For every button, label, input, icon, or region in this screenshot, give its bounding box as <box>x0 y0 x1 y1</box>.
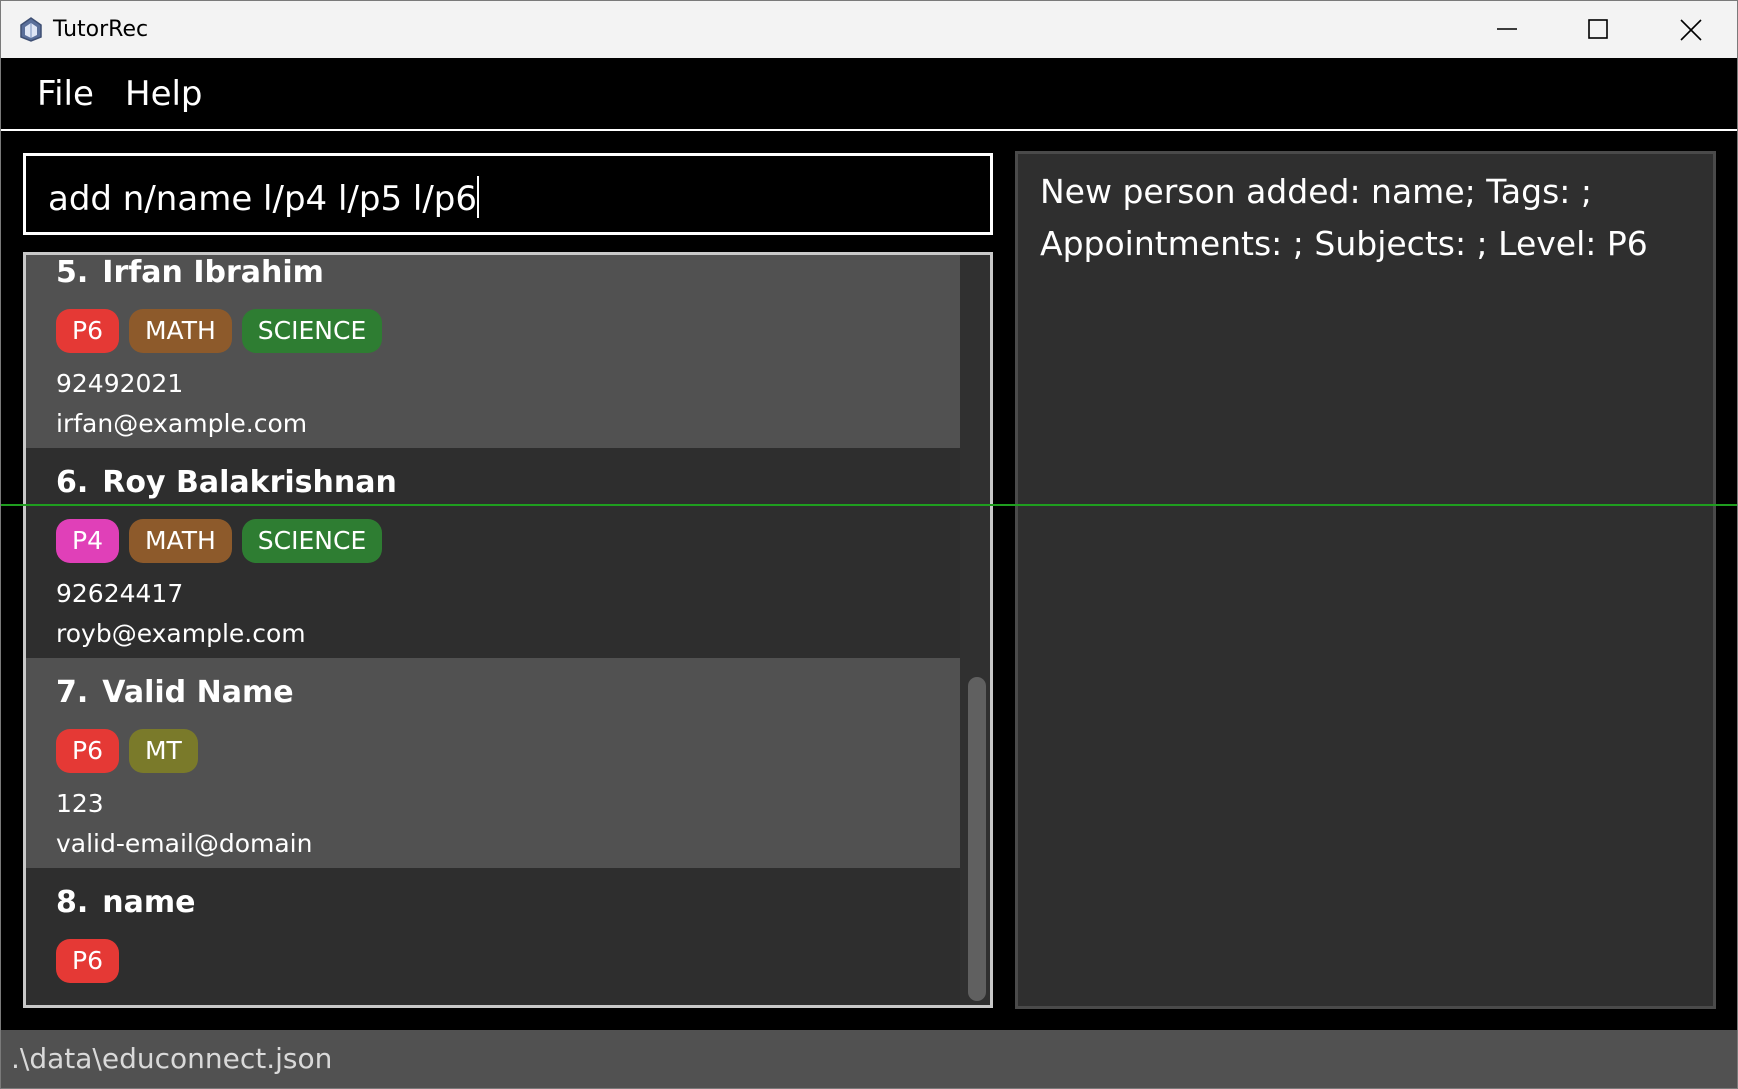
tag-list: P6 MT <box>56 729 208 773</box>
person-list-panel[interactable]: 5. Irfan Ibrahim P6 MATH SCIENCE 92492021 irfa… <box>23 252 993 1008</box>
close-icon <box>1680 19 1702 41</box>
person-email: irfan@example.com <box>56 409 308 438</box>
person-card[interactable]: 5. Irfan Ibrahim P6 MATH SCIENCE 92492021 irfa… <box>26 255 961 448</box>
person-index: 6. <box>56 465 89 500</box>
tag-badge: MATH <box>128 519 232 563</box>
maximize-icon <box>1588 19 1608 39</box>
tag-badge: P6 <box>56 309 119 353</box>
person-phone: 123 <box>56 789 104 818</box>
status-bar: .\data\educonnect.json <box>1 1030 1737 1088</box>
overlay-line <box>1 504 1737 506</box>
tag-badge: MATH <box>128 309 232 353</box>
person-index: 7. <box>56 675 89 710</box>
text-caret <box>477 176 480 218</box>
person-name-text: Irfan Ibrahim <box>102 255 324 290</box>
close-button[interactable] <box>1644 1 1736 58</box>
person-name-text: Valid Name <box>102 675 294 710</box>
tag-badge: MT <box>128 729 198 773</box>
person-index: 8. <box>56 885 89 920</box>
scrollbar-thumb[interactable] <box>968 677 986 1001</box>
person-phone: 92624417 <box>56 579 184 608</box>
tag-badge: P6 <box>56 729 119 773</box>
minimize-icon <box>1497 28 1517 30</box>
person-card[interactable]: 6. Roy Balakrishnan P4 MATH SCIENCE 92624417 r… <box>26 448 961 658</box>
tag-badge: P4 <box>56 519 119 563</box>
title-bar: TutorRec <box>1 1 1737 58</box>
person-index: 5. <box>56 255 89 290</box>
app-logo-icon <box>17 15 45 43</box>
person-list: 5. Irfan Ibrahim P6 MATH SCIENCE 92492021 irfa… <box>26 255 961 1005</box>
person-name: 6. Roy Balakrishnan <box>56 465 397 500</box>
list-scrollbar[interactable] <box>960 255 990 1005</box>
person-email: valid-email@domain <box>56 829 313 858</box>
data-file-path: .\data\educonnect.json <box>11 1042 333 1075</box>
tag-badge: SCIENCE <box>241 309 383 353</box>
person-email: royb@example.com <box>56 619 306 648</box>
menu-help[interactable]: Help <box>125 74 203 114</box>
person-phone: 92492021 <box>56 369 184 398</box>
tag-badge: SCIENCE <box>241 519 383 563</box>
person-name: 7. Valid Name <box>56 675 294 710</box>
person-name-text: name <box>102 885 196 920</box>
result-display: New person added: name; Tags: ; Appointm… <box>1015 151 1716 1009</box>
tag-badge: P6 <box>56 939 119 983</box>
maximize-button[interactable] <box>1552 1 1644 58</box>
tag-list: P6 MATH SCIENCE <box>56 309 392 353</box>
person-card[interactable]: 7. Valid Name P6 MT 123 valid-email@domain <box>26 658 961 868</box>
minimize-button[interactable] <box>1461 1 1553 58</box>
menu-file[interactable]: File <box>37 74 94 114</box>
app-window: TutorRec File Help add n/name l/p4 l/p5 … <box>0 0 1738 1089</box>
person-name: 8. name <box>56 885 196 920</box>
person-card[interactable]: 8.nameP6-- <box>26 868 961 1005</box>
result-line: Appointments: ; Subjects: ; Level: P6 <box>1040 224 1648 263</box>
tag-list: P6 <box>56 939 129 983</box>
tag-list: P4 MATH SCIENCE <box>56 519 392 563</box>
command-box[interactable]: add n/name l/p4 l/p5 l/p6 <box>23 153 993 235</box>
person-name: 5. Irfan Ibrahim <box>56 255 324 290</box>
person-name-text: Roy Balakrishnan <box>102 465 397 500</box>
menu-bar: File Help <box>1 58 1737 131</box>
result-line: New person added: name; Tags: ; <box>1040 172 1593 211</box>
window-title: TutorRec <box>53 17 149 42</box>
person-phone: - <box>56 999 65 1005</box>
result-text: New person added: name; Tags: ; Appointm… <box>1040 166 1690 270</box>
command-input[interactable]: add n/name l/p4 l/p5 l/p6 <box>48 176 480 219</box>
